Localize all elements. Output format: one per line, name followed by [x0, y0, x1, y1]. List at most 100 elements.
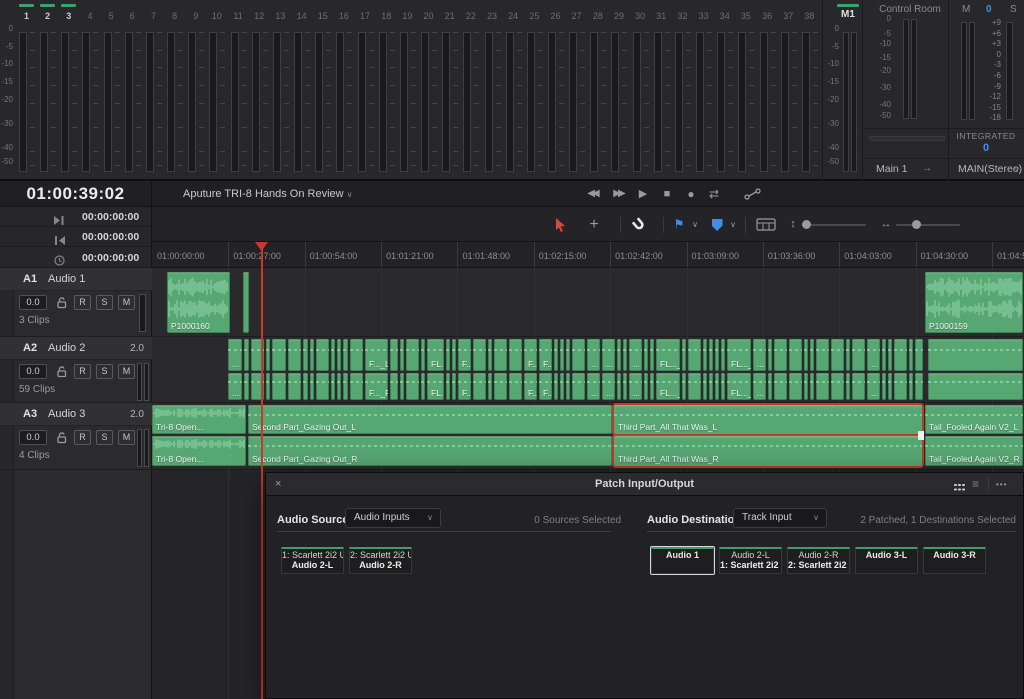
m-button[interactable]: M	[118, 430, 135, 445]
a2-clip[interactable]	[244, 373, 249, 400]
a2-clip[interactable]	[816, 373, 829, 400]
a2-clip[interactable]: F..._L	[539, 339, 552, 371]
a2-clip[interactable]	[703, 339, 707, 371]
a2-clip[interactable]	[688, 373, 701, 400]
s-button[interactable]: S	[96, 364, 113, 379]
a2-clip[interactable]	[509, 339, 522, 371]
a2-clip[interactable]	[888, 339, 892, 371]
monitor-destination[interactable]: MAIN(Stereo)	[958, 163, 1022, 175]
patch-button-audio-3-r[interactable]: Audio 3-R	[923, 547, 986, 574]
a2-clip[interactable]	[566, 339, 570, 371]
clip-Third Part_All That Was[interactable]: Third Part_All That Was_R	[614, 436, 922, 466]
a2-clip[interactable]	[288, 339, 301, 371]
a2-clip[interactable]	[915, 339, 923, 371]
a2-clip[interactable]	[644, 339, 648, 371]
timeline-selector[interactable]: Aputure TRI-8 Hands On Review ∨	[183, 181, 353, 207]
clip-selection-handle[interactable]	[918, 431, 924, 440]
a2-clip[interactable]	[846, 339, 850, 371]
a2-clip[interactable]	[310, 373, 314, 400]
a2-clip[interactable]	[909, 373, 913, 400]
a2-clip[interactable]: ...	[867, 373, 880, 400]
a2-clip[interactable]	[390, 373, 398, 400]
a2-clip[interactable]: ...	[629, 339, 642, 371]
dialog-title-bar[interactable]: × Patch Input/Output ≡ •••	[266, 473, 1023, 496]
a2-clip[interactable]: ...	[629, 373, 642, 400]
a2-clip[interactable]	[494, 373, 507, 400]
a2-clip[interactable]	[650, 339, 654, 371]
a2-clip[interactable]	[688, 339, 701, 371]
a2-clip[interactable]: F..._R	[539, 373, 552, 400]
track-gain-field[interactable]: 0.0	[19, 430, 47, 445]
a2-clip[interactable]	[560, 339, 564, 371]
track-header-a2[interactable]: A2Audio 22.00.0RSM59 Clips	[0, 337, 152, 403]
audio-source-dropdown[interactable]: Audio Inputs ∨	[345, 508, 441, 528]
automation-icon[interactable]	[742, 181, 764, 207]
a2-clip[interactable]	[566, 373, 570, 400]
patch-button-1-scarlett-2i2-us[interactable]: Audio 2-L1: Scarlett 2i2 US	[719, 547, 782, 574]
track-header-a1[interactable]: A1Audio 10.0RSM3 Clips	[0, 268, 152, 337]
a2-clip[interactable]	[560, 373, 564, 400]
a2-clip[interactable]	[554, 373, 558, 400]
a2-clip[interactable]: FL..._L	[656, 339, 680, 371]
a2-clip[interactable]	[623, 339, 627, 371]
s-button[interactable]: S	[96, 295, 113, 310]
clip-a1-1[interactable]	[243, 272, 249, 333]
a2-clip[interactable]	[789, 373, 802, 400]
a2-clip[interactable]	[882, 373, 886, 400]
a2-clip[interactable]: ...	[867, 339, 880, 371]
a2-clip[interactable]: F..._L	[365, 339, 388, 371]
a2-clip[interactable]	[715, 373, 719, 400]
a2-clip[interactable]	[446, 339, 450, 371]
a2-clip[interactable]	[266, 373, 270, 400]
a2-clip[interactable]: F..._L	[458, 339, 471, 371]
patch-button-audio-2-l[interactable]: 1: Scarlett 2i2 USAudio 2-L	[281, 547, 344, 574]
a2-clip[interactable]	[303, 373, 308, 400]
record-button[interactable]: ●	[684, 181, 698, 207]
a2-clip[interactable]	[488, 373, 492, 400]
clip-Third Part_All That Was[interactable]: Third Part_All That Was_L	[614, 405, 922, 434]
marker-icon[interactable]	[710, 207, 724, 242]
a2-clip[interactable]	[303, 339, 308, 371]
a2-clip[interactable]	[350, 373, 363, 400]
close-icon[interactable]: ×	[275, 473, 281, 496]
a2-clip[interactable]	[400, 339, 404, 371]
r-button[interactable]: R	[74, 430, 91, 445]
a2-clip[interactable]	[390, 339, 398, 371]
a2-clip[interactable]: ...	[753, 373, 766, 400]
a2-clip[interactable]	[774, 339, 787, 371]
a2-clip[interactable]: F..._R	[458, 373, 471, 400]
a2-clip[interactable]	[473, 373, 486, 400]
a2-clip[interactable]	[343, 339, 348, 371]
audio-destination-dropdown[interactable]: Track Input ∨	[733, 508, 827, 528]
a2-clip[interactable]	[909, 339, 913, 371]
a2-clip[interactable]	[406, 373, 419, 400]
a2-clip[interactable]	[928, 373, 1023, 400]
a2-clip[interactable]	[709, 373, 713, 400]
flag-icon[interactable]: ⚑	[672, 207, 686, 242]
snapping-magnet-icon[interactable]	[629, 207, 649, 242]
r-button[interactable]: R	[74, 295, 91, 310]
a2-clip[interactable]	[488, 339, 492, 371]
a2-clip[interactable]	[816, 339, 829, 371]
a2-clip[interactable]: FL..._R	[427, 373, 444, 400]
m-button[interactable]: M	[118, 295, 135, 310]
fast-forward-button[interactable]: ▶▶	[608, 181, 628, 207]
a2-clip[interactable]	[617, 339, 621, 371]
a2-clip[interactable]	[852, 373, 865, 400]
a2-clip[interactable]	[709, 339, 713, 371]
a2-clip[interactable]	[452, 339, 456, 371]
a2-clip[interactable]	[623, 373, 627, 400]
a2-clip[interactable]	[703, 373, 707, 400]
horizontal-zoom-knob[interactable]	[912, 220, 921, 229]
clip-Second Part_Gazing Out[interactable]: Second Part_Gazing Out_R	[248, 436, 612, 466]
a2-clip[interactable]	[915, 373, 923, 400]
a2-clip[interactable]: F..._L	[524, 339, 537, 371]
a2-clip[interactable]	[288, 373, 301, 400]
a2-clip[interactable]	[421, 373, 425, 400]
a2-clip[interactable]: ...	[602, 339, 615, 371]
lock-icon[interactable]	[56, 296, 68, 309]
rewind-button[interactable]: ◀◀	[582, 181, 602, 207]
a2-clip[interactable]	[350, 339, 363, 371]
a2-clip[interactable]	[617, 373, 621, 400]
range-field-in-point[interactable]: 00:00:00:00	[0, 207, 152, 227]
